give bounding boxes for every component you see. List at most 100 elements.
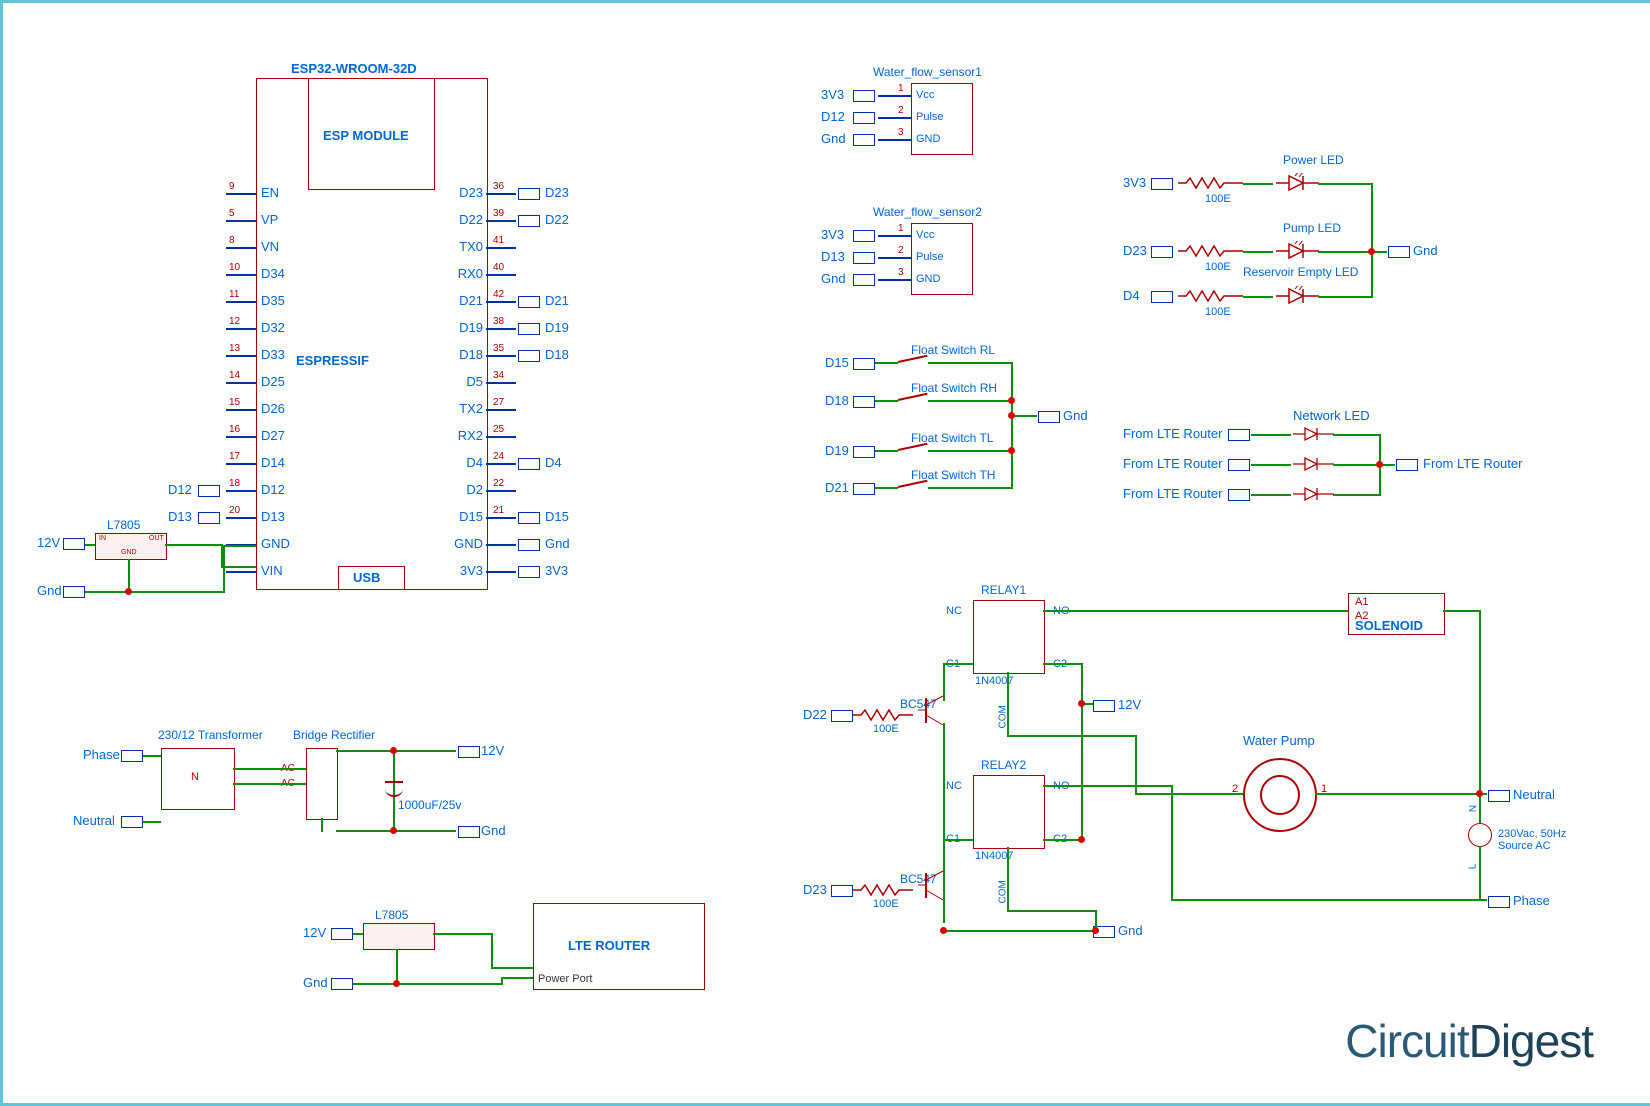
esp-rnum-1: 39 bbox=[493, 208, 504, 219]
w-12v-v bbox=[1081, 663, 1083, 841]
port-d12 bbox=[198, 485, 220, 497]
dot-fl-3 bbox=[1008, 447, 1015, 454]
led-w1-1 bbox=[1243, 251, 1273, 253]
w-12v-relay bbox=[1043, 663, 1083, 665]
port-12v-1 bbox=[63, 538, 85, 550]
float-rl-net: D15 bbox=[825, 355, 849, 370]
w-psu-4 bbox=[233, 783, 306, 785]
esp-lwire-8 bbox=[226, 409, 256, 411]
ac-source-symbol bbox=[1468, 823, 1492, 847]
led-w1-0 bbox=[1243, 183, 1273, 185]
esp-rnum-8: 27 bbox=[493, 397, 504, 408]
w-r2-com-h bbox=[1007, 910, 1097, 912]
dot-nl bbox=[1376, 461, 1383, 468]
led-w1-2 bbox=[1243, 296, 1273, 298]
relay2-box bbox=[973, 775, 1045, 849]
w-acp-v bbox=[1479, 846, 1481, 901]
w-r2-no-v bbox=[1171, 785, 1173, 901]
ac-L: L bbox=[1467, 864, 1478, 870]
netled-s3: From LTE Router bbox=[1123, 486, 1222, 501]
w-reg2-5 bbox=[353, 983, 503, 985]
w-r1-com-h bbox=[1007, 735, 1137, 737]
wfs2-p3-l: GND bbox=[916, 273, 940, 285]
esp-lwire-4 bbox=[226, 301, 256, 303]
w-acn-v bbox=[1479, 793, 1481, 823]
net-D15: D15 bbox=[545, 509, 569, 524]
port-3V3 bbox=[518, 566, 540, 578]
router-port: Power Port bbox=[538, 973, 592, 985]
xfmr-n: N bbox=[191, 771, 199, 783]
esp-rlabel-10: D4 bbox=[453, 455, 483, 470]
net-D18: D18 bbox=[545, 347, 569, 362]
esp-rnum-11: 22 bbox=[493, 478, 504, 489]
esp-llabel-10: D14 bbox=[261, 455, 285, 470]
port-fg bbox=[1038, 411, 1060, 423]
wfs2-p1-net: 3V3 bbox=[821, 227, 844, 242]
sol-a1: A1 bbox=[1355, 596, 1368, 608]
wfs1-p3-net: Gnd bbox=[821, 131, 846, 146]
esp-llabel-6: D33 bbox=[261, 347, 285, 362]
esp-rwire-7 bbox=[486, 382, 516, 384]
nl-w2-0 bbox=[1333, 434, 1381, 436]
w-fl-7 bbox=[928, 450, 1013, 452]
nl-led-0 bbox=[1291, 425, 1336, 443]
dot-r-3 bbox=[1476, 790, 1483, 797]
esp-lwire-9 bbox=[226, 436, 256, 438]
esp-lnum-9: 16 bbox=[229, 424, 240, 435]
r2-net: D23 bbox=[803, 882, 827, 897]
wfs2-p3-net: Gnd bbox=[821, 271, 846, 286]
wfs1-p2-l: Pulse bbox=[916, 111, 944, 123]
w-fl-8 bbox=[928, 487, 1013, 489]
nl-w1-2 bbox=[1251, 494, 1291, 496]
esp-rwire-1 bbox=[486, 220, 516, 222]
wfs1-p3-port bbox=[853, 134, 875, 146]
led-bus bbox=[1371, 183, 1373, 298]
esp-rnum-3: 40 bbox=[493, 262, 504, 273]
w-fl-4 bbox=[875, 487, 898, 489]
w-reg2-2 bbox=[433, 933, 493, 935]
esp-rlabel-11: D2 bbox=[453, 482, 483, 497]
rect-body bbox=[306, 748, 338, 820]
w-reg1-out bbox=[165, 544, 223, 546]
esp-rlabel-14: 3V3 bbox=[453, 563, 483, 578]
reg2-12v-net: 12V bbox=[303, 925, 326, 940]
led-power-net: 3V3 bbox=[1123, 175, 1146, 190]
cap-plate1 bbox=[385, 781, 403, 783]
net-3V3: 3V3 bbox=[545, 563, 568, 578]
sol-a2: A2 bbox=[1355, 610, 1368, 622]
esp-lwire-12 bbox=[226, 517, 256, 519]
led-r2: 100E bbox=[1205, 261, 1231, 273]
psu-12v: 12V bbox=[481, 743, 504, 758]
w-psu-1 bbox=[143, 755, 161, 757]
esp-lnum-7: 14 bbox=[229, 370, 240, 381]
port-D18 bbox=[518, 350, 540, 362]
w-fl-1 bbox=[875, 362, 898, 364]
wfs1-p2-net: D12 bbox=[821, 109, 845, 124]
r1-resistor bbox=[853, 708, 913, 723]
nl-w2-2 bbox=[1333, 494, 1381, 496]
r1-nc: NC bbox=[946, 605, 962, 617]
dot-r-2 bbox=[940, 927, 947, 934]
relay1-box bbox=[973, 600, 1045, 674]
esp-rlabel-3: RX0 bbox=[453, 266, 483, 281]
esp-lnum-12: 20 bbox=[229, 505, 240, 516]
psu-neutral: Neutral bbox=[73, 813, 115, 828]
w-reg2-7 bbox=[501, 977, 533, 979]
led-sym-1 bbox=[1271, 241, 1321, 261]
esp-lnum-6: 13 bbox=[229, 343, 240, 354]
net-D4: D4 bbox=[545, 455, 562, 470]
reg1-gnd: GND bbox=[121, 549, 137, 556]
port-D4 bbox=[518, 458, 540, 470]
esp-lwire-5 bbox=[226, 328, 256, 330]
w-psu-2 bbox=[143, 821, 161, 823]
reg2-box bbox=[363, 923, 435, 950]
port-r12v bbox=[1093, 700, 1115, 712]
ac-src: 230Vac, 50Hz Source AC bbox=[1498, 828, 1566, 852]
esp-rlabel-7: D5 bbox=[453, 374, 483, 389]
wfs2-p2-w bbox=[878, 257, 911, 259]
esp-lwire-6 bbox=[226, 355, 256, 357]
w-r2-c1 bbox=[943, 839, 973, 841]
esp-rnum-4: 42 bbox=[493, 289, 504, 300]
esp-rwire-6 bbox=[486, 355, 516, 357]
w-reg1-gnd-v2 bbox=[223, 545, 225, 593]
